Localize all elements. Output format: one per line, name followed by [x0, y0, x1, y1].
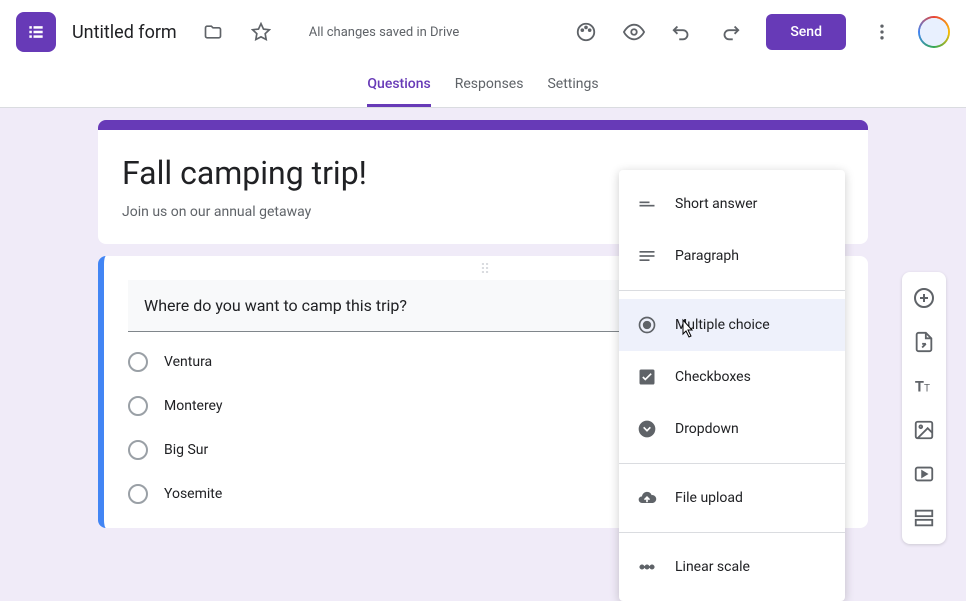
menu-divider — [619, 463, 845, 464]
tab-responses[interactable]: Responses — [455, 64, 524, 107]
more-vertical-icon — [872, 22, 892, 42]
cloud-upload-icon — [635, 486, 659, 510]
app-header: Untitled form All changes saved in Drive… — [0, 0, 966, 64]
save-status: All changes saved in Drive — [309, 25, 460, 40]
radio-icon — [128, 352, 148, 372]
type-paragraph[interactable]: Paragraph — [619, 230, 845, 282]
undo-button[interactable] — [662, 12, 702, 52]
redo-icon — [719, 21, 741, 43]
import-icon — [913, 331, 935, 353]
type-checkboxes[interactable]: Checkboxes — [619, 351, 845, 403]
section-icon — [913, 507, 935, 529]
image-icon — [913, 419, 935, 441]
svg-text:T: T — [915, 378, 924, 396]
add-title-button[interactable]: TT — [906, 368, 942, 404]
type-multiple-choice[interactable]: Multiple choice — [619, 299, 845, 351]
svg-text:T: T — [924, 384, 930, 395]
option-label[interactable]: Monterey — [164, 398, 223, 414]
move-to-folder-button[interactable] — [193, 12, 233, 52]
option-label[interactable]: Yosemite — [164, 486, 222, 502]
checkbox-icon — [635, 365, 659, 389]
type-linear-scale[interactable]: Linear scale — [619, 541, 845, 593]
radio-icon — [128, 440, 148, 460]
side-toolbar: TT — [902, 272, 946, 544]
add-video-button[interactable] — [906, 456, 942, 492]
folder-icon — [203, 22, 223, 42]
add-question-button[interactable] — [906, 280, 942, 316]
add-image-toolbar-button[interactable] — [906, 412, 942, 448]
star-button[interactable] — [241, 12, 281, 52]
form-title-input[interactable]: Untitled form — [72, 22, 177, 43]
radio-icon — [128, 484, 148, 504]
undo-icon — [671, 21, 693, 43]
type-file-upload[interactable]: File upload — [619, 472, 845, 524]
account-avatar[interactable] — [918, 16, 950, 48]
dropdown-circle-icon — [635, 417, 659, 441]
import-questions-button[interactable] — [906, 324, 942, 360]
customize-theme-button[interactable] — [566, 12, 606, 52]
radio-button-icon — [635, 313, 659, 337]
preview-button[interactable] — [614, 12, 654, 52]
drag-handle-icon[interactable]: ⠿ — [480, 262, 492, 278]
video-icon — [913, 463, 935, 485]
tab-settings[interactable]: Settings — [547, 64, 598, 107]
editor-tabs: Questions Responses Settings — [0, 64, 966, 108]
menu-divider — [619, 290, 845, 291]
short-answer-icon — [635, 192, 659, 216]
tab-questions[interactable]: Questions — [367, 64, 430, 107]
palette-icon — [575, 21, 597, 43]
option-label[interactable]: Big Sur — [164, 442, 208, 458]
eye-icon — [623, 21, 645, 43]
text-icon: TT — [913, 375, 935, 397]
forms-logo[interactable] — [16, 12, 56, 52]
paragraph-icon — [635, 244, 659, 268]
send-button[interactable]: Send — [766, 14, 846, 50]
more-options-button[interactable] — [862, 12, 902, 52]
redo-button[interactable] — [710, 12, 750, 52]
type-dropdown[interactable]: Dropdown — [619, 403, 845, 455]
menu-divider — [619, 532, 845, 533]
question-type-menu: Short answer Paragraph Multiple choice C… — [619, 170, 845, 601]
option-label[interactable]: Ventura — [164, 354, 212, 370]
radio-icon — [128, 396, 148, 416]
add-section-button[interactable] — [906, 500, 942, 536]
linear-scale-icon — [635, 555, 659, 579]
star-icon — [251, 22, 271, 42]
plus-circle-icon — [912, 286, 936, 310]
type-short-answer[interactable]: Short answer — [619, 178, 845, 230]
